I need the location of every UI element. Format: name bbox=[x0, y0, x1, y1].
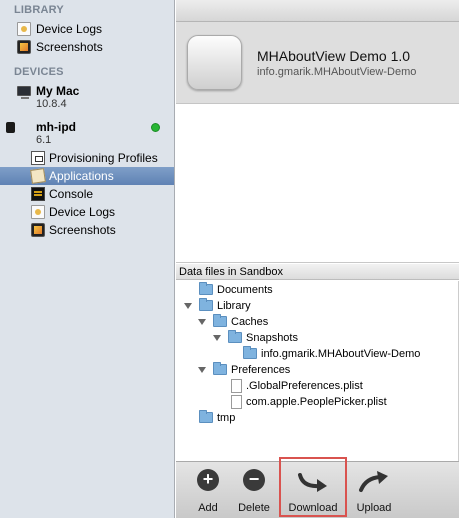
upload-arrow-icon bbox=[359, 471, 388, 492]
delete-button[interactable]: − Delete bbox=[232, 462, 276, 518]
plist-file-icon bbox=[231, 379, 242, 393]
sandbox-header: Data files in Sandbox bbox=[176, 264, 459, 280]
device-version: 6.1 bbox=[36, 134, 52, 146]
tree-row-label: Library bbox=[217, 300, 251, 312]
folder-icon bbox=[243, 346, 257, 359]
folder-icon bbox=[199, 410, 213, 423]
app-icon bbox=[187, 35, 242, 90]
sidebar-item-label: Console bbox=[49, 187, 94, 201]
app-list-area bbox=[176, 105, 459, 263]
mac-icon bbox=[17, 86, 31, 99]
sidebar-item-label: Device Logs bbox=[36, 22, 103, 36]
applications-icon bbox=[30, 168, 46, 184]
download-button[interactable]: Download bbox=[282, 462, 344, 518]
sidebar-item-console[interactable]: Console bbox=[0, 185, 174, 203]
tree-row-label: com.apple.PeoplePicker.plist bbox=[246, 396, 387, 408]
app-header: MHAboutView Demo 1.0 info.gmarik.MHAbout… bbox=[176, 22, 459, 104]
tree-row-label: Preferences bbox=[231, 364, 291, 376]
ipad-icon bbox=[6, 122, 15, 133]
sidebar-item-applications[interactable]: Applications bbox=[0, 167, 174, 185]
top-bar bbox=[176, 0, 459, 22]
minus-icon: − bbox=[243, 469, 265, 491]
device-connected-status-icon bbox=[151, 123, 160, 132]
sandbox-file-tree[interactable]: Documents Library Caches Snapshots info.… bbox=[176, 281, 459, 461]
disclosure-triangle-icon[interactable] bbox=[198, 319, 206, 325]
tree-row-label: .GlobalPreferences.plist bbox=[246, 380, 363, 392]
tree-row-label: tmp bbox=[217, 412, 236, 424]
disclosure-triangle-icon[interactable] bbox=[198, 367, 206, 373]
add-label: Add bbox=[198, 502, 218, 514]
sidebar-item-library-screenshots[interactable]: Screenshots bbox=[0, 38, 174, 56]
tree-row-label: Caches bbox=[231, 316, 269, 328]
sidebar-item-device[interactable]: mh-ipd 6.1 bbox=[0, 118, 174, 148]
sidebar-item-label: Screenshots bbox=[49, 223, 116, 237]
folder-icon bbox=[213, 362, 227, 375]
add-button[interactable]: + Add bbox=[193, 462, 223, 518]
folder-icon bbox=[199, 282, 213, 295]
delete-label: Delete bbox=[238, 502, 270, 514]
tree-row-label: info.gmarik.MHAboutView-Demo bbox=[261, 348, 421, 360]
sidebar-item-label: Applications bbox=[49, 169, 114, 183]
bundle-id: info.gmarik.MHAboutView-Demo bbox=[257, 66, 417, 78]
tree-row-label: Snapshots bbox=[246, 332, 298, 344]
provisioning-icon bbox=[31, 151, 45, 165]
screenshots-icon bbox=[31, 223, 45, 237]
sidebar-item-screenshots[interactable]: Screenshots bbox=[0, 221, 174, 239]
folder-icon bbox=[199, 298, 213, 311]
upload-button[interactable]: Upload bbox=[350, 462, 398, 518]
disclosure-triangle-icon[interactable] bbox=[213, 335, 221, 341]
device-logs-icon bbox=[31, 205, 45, 219]
main-pane: MHAboutView Demo 1.0 info.gmarik.MHAbout… bbox=[176, 0, 459, 518]
download-arrow-icon bbox=[298, 473, 327, 492]
folder-icon bbox=[213, 314, 227, 327]
sidebar-item-label: Device Logs bbox=[49, 205, 116, 219]
plus-icon: + bbox=[197, 469, 219, 491]
screenshots-icon bbox=[17, 40, 31, 54]
library-section-header: LIBRARY bbox=[14, 4, 64, 16]
sidebar-item-provisioning-profiles[interactable]: Provisioning Profiles bbox=[0, 149, 174, 167]
folder-icon bbox=[228, 330, 242, 343]
upload-label: Upload bbox=[356, 502, 392, 514]
file-toolbar: + Add − Delete Download Upload bbox=[176, 457, 459, 518]
disclosure-triangle-icon[interactable] bbox=[184, 303, 192, 309]
devices-section-header: DEVICES bbox=[14, 66, 64, 78]
plist-file-icon bbox=[231, 395, 242, 409]
sidebar-item-my-mac[interactable]: My Mac 10.8.4 bbox=[0, 82, 174, 112]
sidebar-item-device-logs[interactable]: Device Logs bbox=[0, 203, 174, 221]
app-name: MHAboutView Demo 1.0 bbox=[257, 48, 411, 64]
device-logs-icon bbox=[17, 22, 31, 36]
sidebar-item-label: Provisioning Profiles bbox=[49, 151, 158, 165]
sidebar-item-library-device-logs[interactable]: Device Logs bbox=[0, 20, 174, 38]
sidebar: LIBRARY Device Logs Screenshots DEVICES … bbox=[0, 0, 175, 518]
tree-row-label: Documents bbox=[217, 284, 273, 296]
download-label: Download bbox=[288, 502, 338, 514]
console-icon bbox=[31, 187, 45, 201]
mac-version: 10.8.4 bbox=[36, 98, 67, 110]
sidebar-item-label: Screenshots bbox=[36, 40, 103, 54]
